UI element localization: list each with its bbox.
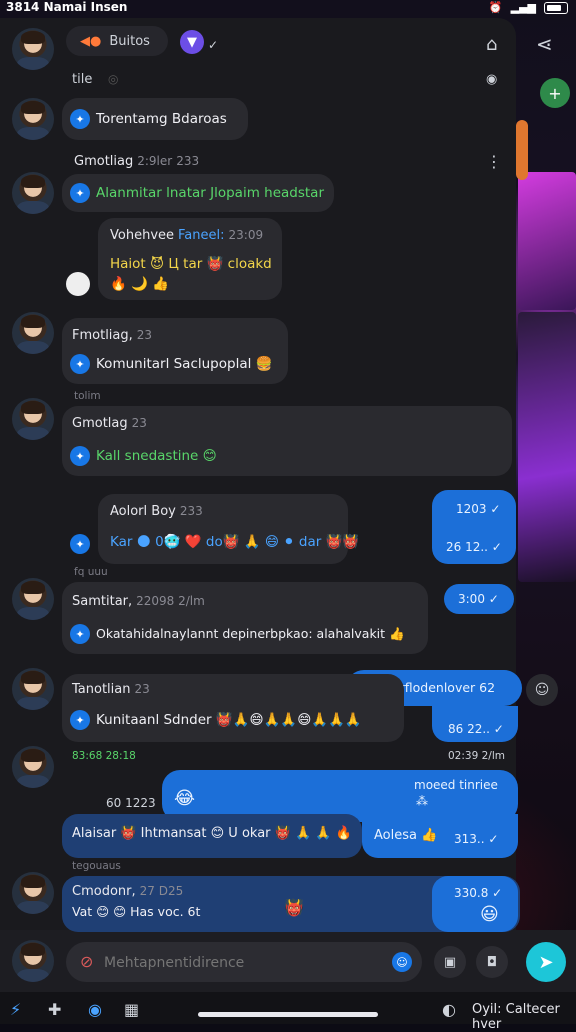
shield-icon[interactable]: ▼ (180, 30, 204, 54)
speaker-icon: ◀● (80, 33, 102, 49)
status-time: 3814 Namai Insen (6, 0, 128, 14)
battery-icon (544, 1, 568, 14)
chat-avatar[interactable] (12, 28, 54, 70)
subheader-label: tile (72, 72, 93, 87)
send-button[interactable]: ➤ (526, 942, 566, 982)
share-icon[interactable]: ⋖ (536, 32, 553, 56)
avatar[interactable] (12, 872, 54, 914)
app-icon[interactable]: ⚡ (10, 1000, 21, 1019)
avatar[interactable] (12, 746, 54, 788)
message-text: Alaisar 👹 Ihtmansat 😊 U okar 👹 🙏 🙏 🔥 (72, 826, 352, 841)
system-text: tegouaus (72, 860, 121, 872)
message-input[interactable] (102, 950, 386, 976)
verified-icon: ✦ (70, 624, 90, 644)
message-text: Alanmitar lnatar Jlopaim headstar (96, 185, 324, 201)
message-text: Kall snedastine 😊 (96, 448, 217, 464)
message-bubble[interactable]: Fmotliag, 23 ✦ Komunitarl Saclupoplal 🍔 (62, 318, 288, 384)
message-text: Kunitaanl Sdnder 👹🙏😄🙏🙏😄🙏🙏🙏 (96, 712, 362, 728)
sticker-icon[interactable]: ☺ (392, 952, 412, 972)
my-avatar[interactable] (12, 940, 54, 982)
message-bubble[interactable]: ✦ Torentamg Bdaroas (62, 98, 248, 140)
avatar[interactable] (12, 578, 54, 620)
system-text: 02:39 2/lm (448, 750, 505, 762)
message-text: Komunitarl Saclupoplal 🍔 (96, 356, 273, 372)
outgoing-bubble[interactable]: 3:00 ✓ (444, 584, 514, 614)
header-pill[interactable]: ◀● Buitos (66, 26, 168, 56)
message-input-container[interactable]: ⊘ ☺ (66, 942, 422, 982)
sender-name: Gmotliag 2:9ler 233 (74, 154, 200, 169)
lock-icon[interactable]: ⌂ (486, 34, 497, 55)
bottom-nav-label: Oyil: Caltecer hver (472, 1002, 560, 1032)
add-icon[interactable]: + (540, 78, 570, 108)
gallery-icon[interactable]: ◘ (476, 946, 508, 978)
avatar[interactable] (12, 312, 54, 354)
avatar[interactable] (12, 98, 54, 140)
message-bubble[interactable]: Samtitar, 22098 2/lm ✦ Okatahidalnaylannt… (62, 582, 428, 654)
message-emoji: 🔥 🌙 👍 (110, 276, 170, 292)
attach-icon[interactable]: ⊘ (80, 952, 93, 971)
outgoing-bubble[interactable]: 330.8 ✓ 😃 (432, 876, 518, 932)
subheader-icon: ◎ (108, 72, 119, 86)
message-text: Kar 🌑 0🥶 ❤️ do👹 🙏 😄 ⚫ dar 👹👹 (110, 534, 360, 550)
avatar[interactable] (12, 398, 54, 440)
verified-icon: ✦ (70, 534, 90, 554)
check-icon: ✓ (208, 38, 219, 52)
message-time: 60 1223 (106, 796, 156, 810)
wifi-icon: ▂▄▆ (510, 1, 536, 14)
avatar[interactable] (12, 668, 54, 710)
verified-icon: ✦ (70, 183, 90, 203)
system-text: fq uuu (74, 566, 108, 578)
grid-icon[interactable]: ▦ (124, 1000, 139, 1019)
outgoing-bubble[interactable]: 86 22.. ✓ (432, 706, 518, 742)
home-pill[interactable] (198, 1012, 378, 1017)
message-text: Vat 😊 😊 Has voc. 6t (72, 904, 201, 919)
system-text: 83:68 28:18 (72, 750, 136, 762)
status-bar: 3814 Namai Insen ⏰ ▂▄▆ (0, 0, 576, 16)
clock-icon[interactable]: ◉ (88, 1000, 102, 1019)
robot-icon[interactable]: ◉ (486, 72, 497, 87)
message-text: Torentamg Bdaroas (96, 111, 227, 127)
message-bubble[interactable]: Gmotlag 23 ✦ Kall snedastine 😊 (62, 406, 512, 476)
message-bubble[interactable]: ✦ Alanmitar lnatar Jlopaim headstar (62, 174, 334, 212)
verified-icon: ✦ (70, 109, 90, 129)
message-bubble[interactable]: Vohehvee Faneel: 23:09 Haiot 😈 Ц tar 👹 clo… (98, 218, 282, 300)
timer-icon[interactable]: ◐ (442, 1000, 456, 1019)
message-bubble[interactable]: Aolorl Boy 233 Kar 🌑 0🥶 ❤️ do👹 🙏 😄 ⚫ dar … (98, 494, 359, 564)
pin-icon[interactable]: ✚ (48, 1000, 61, 1019)
avatar[interactable] (12, 172, 54, 214)
header-pill-label: Buitos (109, 33, 150, 49)
verified-icon: ✦ (70, 446, 90, 466)
outgoing-bubble[interactable]: 1203 ✓ 26 12.. ✓ (432, 490, 516, 564)
message-text: Haiot 😈 Ц tar 👹 cloakd (110, 256, 272, 272)
outgoing-bubble[interactable]: Aolesa 👍 313.. ✓ (362, 814, 518, 858)
emoji-reaction-icon[interactable]: ☺ (526, 674, 558, 706)
message-bubble[interactable]: Tanotlian 23 ✦ Kunitaanl Sdnder 👹🙏😄🙏🙏😄🙏🙏🙏 (62, 674, 404, 742)
alarm-icon: ⏰ (488, 1, 503, 14)
sticker-avatar (66, 272, 90, 296)
message-text: Okatahidalnaylannt depinerbpkao: alahalv… (96, 626, 405, 641)
more-icon[interactable]: ⋮ (486, 152, 502, 171)
camera-icon[interactable]: ▣ (434, 946, 466, 978)
verified-icon: ✦ (70, 710, 90, 730)
system-text: tolim (74, 390, 101, 402)
message-bubble[interactable]: Alaisar 👹 Ihtmansat 😊 U okar 👹 🙏 🙏 🔥 (62, 814, 362, 858)
verified-icon: ✦ (70, 354, 90, 374)
